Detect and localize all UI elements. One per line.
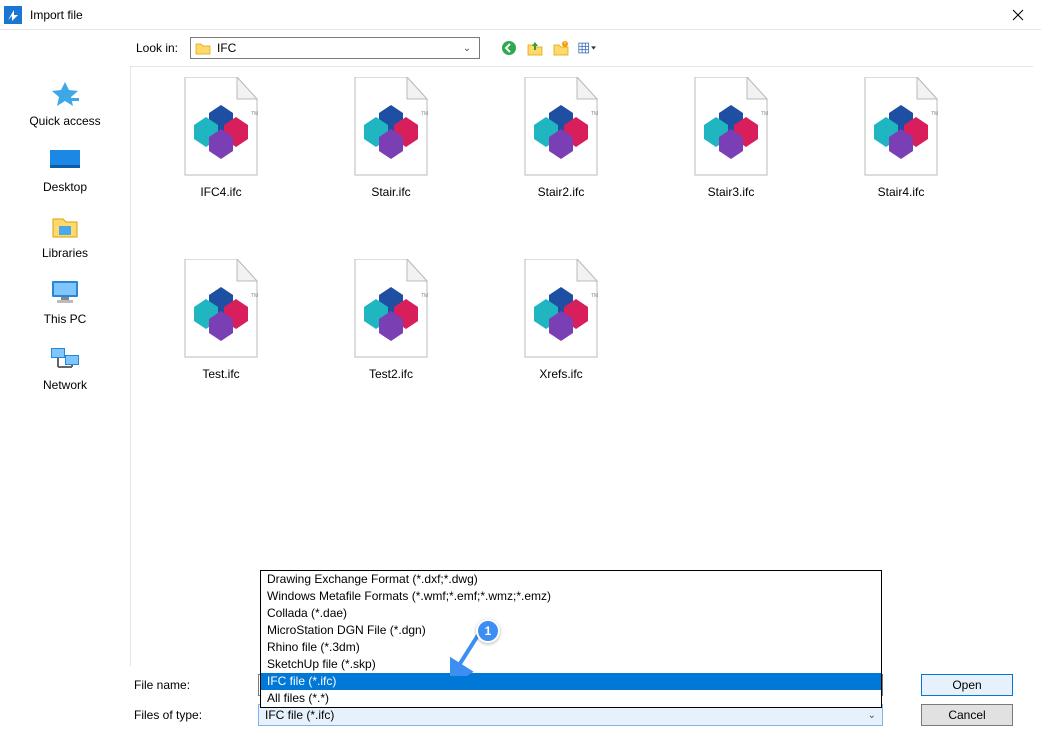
filetype-option[interactable]: Drawing Exchange Format (*.dxf;*.dwg) [261, 571, 881, 588]
window-title: Import file [30, 8, 995, 22]
lookin-value: IFC [217, 41, 459, 55]
sidebar-item-label: Desktop [43, 180, 87, 194]
sidebar-item-desktop[interactable]: Desktop [0, 146, 130, 194]
filetype-option[interactable]: Rhino file (*.3dm) [261, 639, 881, 656]
filetype-label: Files of type: [0, 708, 258, 722]
sidebar-item-label: Quick access [29, 114, 100, 128]
close-icon [1012, 9, 1024, 21]
file-thumbnail [351, 259, 431, 359]
filetype-option[interactable]: Windows Metafile Formats (*.wmf;*.emf;*.… [261, 588, 881, 605]
sidebar-item-libraries[interactable]: Libraries [0, 212, 130, 260]
file-item[interactable]: Stair3.ifc [661, 77, 801, 199]
this-pc-icon [48, 278, 82, 308]
quick-access-icon [48, 80, 82, 110]
file-item[interactable]: Stair2.ifc [491, 77, 631, 199]
file-name: Xrefs.ifc [539, 367, 582, 381]
file-thumbnail [181, 77, 261, 177]
file-name: Test.ifc [202, 367, 239, 381]
file-item[interactable]: Test.ifc [151, 259, 291, 381]
new-folder-button[interactable]: * [552, 39, 570, 57]
filetype-option[interactable]: IFC file (*.ifc) [261, 673, 881, 690]
file-name: Stair.ifc [371, 185, 410, 199]
file-item[interactable]: IFC4.ifc [151, 77, 291, 199]
svg-text:*: * [564, 42, 566, 48]
file-item[interactable]: Xrefs.ifc [491, 259, 631, 381]
filetype-dropdown-list[interactable]: Drawing Exchange Format (*.dxf;*.dwg)Win… [260, 570, 882, 708]
file-thumbnail [181, 259, 261, 359]
filetype-option[interactable]: SketchUp file (*.skp) [261, 656, 881, 673]
file-name: Stair4.ifc [878, 185, 925, 199]
filetype-option[interactable]: MicroStation DGN File (*.dgn) [261, 622, 881, 639]
filename-label: File name: [0, 678, 258, 692]
chevron-down-icon: ⌄ [868, 710, 876, 721]
file-name: Test2.ifc [369, 367, 413, 381]
file-item[interactable]: Test2.ifc [321, 259, 461, 381]
file-thumbnail [521, 259, 601, 359]
file-thumbnail [521, 77, 601, 177]
filetype-option[interactable]: All files (*.*) [261, 690, 881, 707]
places-sidebar: Quick access Desktop Libraries This PC N… [0, 66, 130, 666]
file-thumbnail [691, 77, 771, 177]
file-thumbnail [861, 77, 941, 177]
network-icon [48, 344, 82, 374]
desktop-icon [48, 146, 82, 176]
sidebar-item-quick-access[interactable]: Quick access [0, 80, 130, 128]
titlebar: Import file [0, 0, 1041, 30]
lookin-row: Look in: IFC ⌄ * [0, 30, 1041, 66]
up-button[interactable] [526, 39, 544, 57]
sidebar-item-label: Network [43, 378, 87, 392]
filetype-option[interactable]: Collada (*.dae) [261, 605, 881, 622]
nav-toolbar: * [500, 39, 596, 57]
view-menu-icon [578, 39, 596, 57]
file-item[interactable]: Stair4.ifc [831, 77, 971, 199]
sidebar-item-label: This PC [44, 312, 87, 326]
sidebar-item-label: Libraries [42, 246, 88, 260]
libraries-icon [48, 212, 82, 242]
sidebar-item-this-pc[interactable]: This PC [0, 278, 130, 326]
close-button[interactable] [995, 0, 1041, 30]
file-thumbnail [351, 77, 431, 177]
open-button[interactable]: Open [921, 674, 1013, 696]
back-button[interactable] [500, 39, 518, 57]
lookin-label: Look in: [0, 41, 190, 55]
lookin-select[interactable]: IFC ⌄ [190, 37, 480, 59]
cancel-button[interactable]: Cancel [921, 704, 1013, 726]
up-folder-icon [526, 39, 544, 57]
file-name: Stair2.ifc [538, 185, 585, 199]
file-name: IFC4.ifc [200, 185, 241, 199]
chevron-down-icon: ⌄ [459, 43, 475, 54]
view-menu-button[interactable] [578, 39, 596, 57]
file-item[interactable]: Stair.ifc [321, 77, 461, 199]
new-folder-icon: * [552, 39, 570, 57]
app-icon [4, 6, 22, 24]
filetype-value: IFC file (*.ifc) [265, 708, 868, 722]
back-icon [500, 39, 518, 57]
sidebar-item-network[interactable]: Network [0, 344, 130, 392]
folder-icon [195, 41, 211, 55]
file-name: Stair3.ifc [708, 185, 755, 199]
